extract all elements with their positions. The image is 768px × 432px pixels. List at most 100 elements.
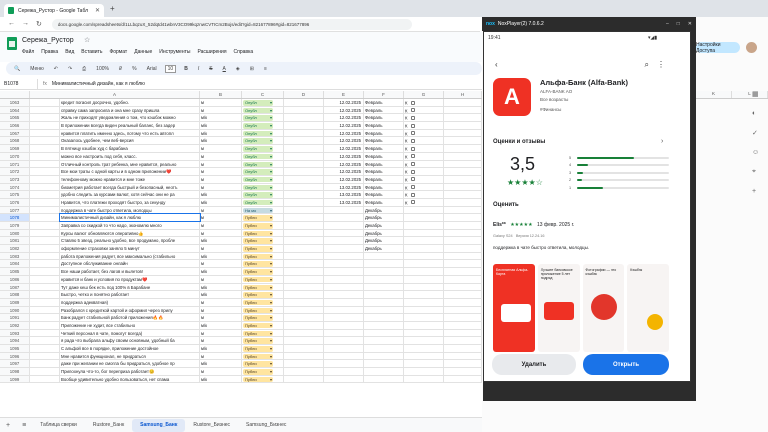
row-number[interactable]: 1095	[0, 345, 30, 352]
row-number[interactable]: 1075	[0, 191, 30, 198]
cell-review-text[interactable]: Доступное обслуживание онлайн	[60, 260, 200, 268]
overflow-menu-icon[interactable]: ⋮	[657, 60, 665, 70]
column-header[interactable]: E	[324, 91, 364, 98]
row-number[interactable]: 1076	[0, 198, 30, 206]
cell-code[interactable]	[404, 375, 444, 383]
status-dropdown[interactable]: Публи	[243, 230, 273, 237]
cell-code[interactable]	[404, 214, 444, 221]
cell-type[interactable]: м	[200, 352, 242, 360]
row-number[interactable]: 1065	[0, 114, 30, 122]
cell-status[interactable]: Опубл	[242, 129, 284, 137]
cell-status[interactable]: Публи	[242, 237, 284, 245]
row-number[interactable]: 1098	[0, 368, 30, 375]
cell-h[interactable]	[444, 222, 482, 229]
cell-review-text[interactable]: Минималистичный дизайн, как я люблю	[59, 213, 201, 222]
cell-e[interactable]	[284, 114, 324, 122]
cell-code[interactable]: К	[404, 168, 444, 175]
cell-type[interactable]: м	[200, 99, 242, 106]
cell-status[interactable]: Опубл	[242, 191, 284, 198]
cell-type[interactable]: м	[200, 275, 242, 283]
status-dropdown[interactable]: Опубл	[243, 100, 273, 106]
arrow-right-icon[interactable]: ›	[661, 138, 663, 145]
contacts-icon[interactable]: ☺	[752, 149, 759, 156]
cell-code[interactable]	[404, 298, 444, 306]
cell-review-text[interactable]: нравится и банк и условия по продуктам❤️	[60, 275, 200, 283]
cell-code[interactable]: К	[404, 191, 444, 198]
cell-date[interactable]	[324, 268, 364, 275]
column-header[interactable]: G	[404, 91, 444, 98]
cell-h[interactable]	[444, 329, 482, 337]
cell-review-text[interactable]: В пятницу кэшбэк худ с барабана	[60, 145, 200, 152]
search-menu-label[interactable]: Меню	[28, 66, 46, 72]
row-number[interactable]: 1079	[0, 222, 30, 229]
cell-review-text[interactable]: Отличный контроль трат ребенка, мне нрав…	[60, 160, 200, 168]
status-dropdown[interactable]: Публи	[243, 292, 273, 298]
cell-status[interactable]: Публи	[242, 283, 284, 291]
checkbox[interactable]	[410, 185, 415, 190]
row-number[interactable]: 1071	[0, 160, 30, 168]
cell-date[interactable]	[324, 245, 364, 252]
cell-month[interactable]	[364, 368, 404, 375]
cell-e[interactable]	[284, 291, 324, 298]
cell-type[interactable]: м	[200, 229, 242, 237]
cell-code[interactable]: К	[404, 106, 444, 114]
cell-month[interactable]: Февраль	[364, 106, 404, 114]
cell-status[interactable]: Публи	[242, 375, 284, 383]
cell-month[interactable]	[364, 314, 404, 321]
status-dropdown[interactable]: Опубл	[243, 184, 273, 191]
status-dropdown[interactable]: Публи	[243, 376, 273, 383]
cell-type[interactable]: м	[200, 206, 242, 214]
cell-a[interactable]	[30, 122, 60, 129]
cell-type[interactable]: м	[200, 245, 242, 252]
cell-code[interactable]: К	[404, 129, 444, 137]
cell-a[interactable]	[30, 337, 60, 344]
cell-status[interactable]: Публи	[242, 268, 284, 275]
checkbox[interactable]	[410, 169, 415, 174]
cell-e[interactable]	[284, 99, 324, 106]
cell-e[interactable]	[284, 306, 324, 314]
cell-code[interactable]	[404, 206, 444, 214]
cell-a[interactable]	[30, 375, 60, 383]
row-number[interactable]: 1093	[0, 329, 30, 337]
row-number[interactable]: 1086	[0, 275, 30, 283]
menu-item[interactable]: Файл	[22, 49, 34, 55]
cell-month[interactable]: Декабрь	[364, 229, 404, 237]
cell-month[interactable]: Февраль	[364, 183, 404, 191]
cell-month[interactable]	[364, 283, 404, 291]
cell-code[interactable]	[404, 306, 444, 314]
cell-date[interactable]	[324, 345, 364, 352]
cell-e[interactable]	[284, 275, 324, 283]
cell-a[interactable]	[30, 368, 60, 375]
cell-h[interactable]	[444, 368, 482, 375]
column-header[interactable]: C	[242, 91, 284, 98]
sheets-logo-icon[interactable]	[7, 37, 17, 50]
cell-month[interactable]: Декабрь	[364, 222, 404, 229]
cell-review-text[interactable]: Ставлю 5 звезд, реально удобно, все прод…	[60, 237, 200, 245]
cell-status[interactable]: Публи	[242, 229, 284, 237]
cell-h[interactable]	[444, 168, 482, 175]
cell-e[interactable]	[284, 229, 324, 237]
row-number[interactable]: 1073	[0, 175, 30, 183]
checkbox[interactable]	[410, 192, 415, 197]
cell-e[interactable]	[284, 160, 324, 168]
menu-item[interactable]: Правка	[41, 49, 58, 55]
cell-e[interactable]	[284, 298, 324, 306]
cell-date[interactable]	[324, 298, 364, 306]
cell-month[interactable]	[364, 321, 404, 329]
cell-a[interactable]	[30, 268, 60, 275]
status-dropdown[interactable]: Публи	[243, 346, 273, 352]
checkbox[interactable]	[410, 115, 415, 120]
menu-item[interactable]: Данные	[134, 49, 152, 55]
cell-h[interactable]	[444, 122, 482, 129]
cell-e[interactable]	[284, 214, 324, 221]
url-field[interactable]: docs.google.com/spreadsheets/d/1LLbqzuX_…	[51, 18, 412, 30]
cell-e[interactable]	[284, 129, 324, 137]
menu-item[interactable]: Расширения	[197, 49, 226, 55]
cell-status[interactable]: Опубл	[242, 145, 284, 152]
cell-e[interactable]	[284, 245, 324, 252]
status-dropdown[interactable]: Публи	[243, 253, 273, 260]
cell-month[interactable]	[364, 291, 404, 298]
cell-month[interactable]: Февраль	[364, 160, 404, 168]
cell-review-text[interactable]: поддержка адекватная)	[60, 298, 200, 306]
cell-month[interactable]: Февраль	[364, 129, 404, 137]
